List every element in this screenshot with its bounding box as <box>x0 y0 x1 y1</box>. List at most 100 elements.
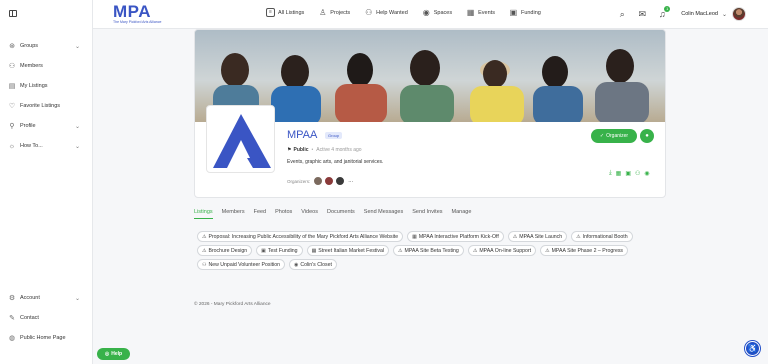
listing-chip[interactable]: ▦ Street Italian Market Festival <box>306 245 390 256</box>
check-icon: ✓ <box>599 133 605 139</box>
warning-icon: ⚠ <box>398 247 403 254</box>
help-icon: ◎ <box>104 351 110 357</box>
heart-icon: ♡ <box>8 103 16 110</box>
tab-documents[interactable]: Documents <box>327 209 355 219</box>
sidebar-item-account[interactable]: ⚙ Account ⌄ <box>8 292 88 304</box>
bell-icon: ● <box>645 133 649 139</box>
sidebar-item-favorite-listings[interactable]: ♡ Favorite Listings <box>8 100 88 112</box>
sidebar-item-label: Members <box>20 63 43 69</box>
group-logo-icon <box>213 114 271 168</box>
organizer-button-label: Organizer <box>606 133 629 139</box>
tab-members[interactable]: Members <box>222 209 245 219</box>
organizers-more[interactable]: ... <box>348 178 353 184</box>
nav-events[interactable]: ▦ Events <box>466 8 495 17</box>
help-button[interactable]: ◎ Help <box>97 348 130 360</box>
tab-listings[interactable]: Listings <box>194 209 213 219</box>
group-active-time: Active 4 months ago <box>316 147 362 153</box>
nav-help-wanted[interactable]: ⚇ Help Wanted <box>364 8 408 17</box>
gear-icon: ⚙ <box>8 295 16 302</box>
nav-spaces[interactable]: ◉ Spaces <box>422 8 452 17</box>
nav-projects[interactable]: ♙ Projects <box>318 8 350 17</box>
person-add-icon[interactable]: ⚇ <box>635 170 640 177</box>
tab-send-messages[interactable]: Send Messages <box>364 209 403 219</box>
listing-chip-label: Colin's Closet <box>300 261 332 268</box>
organizer-avatar[interactable] <box>335 176 346 186</box>
calendar-icon: ▦ <box>466 8 475 17</box>
warning-icon: ⚠ <box>202 233 207 240</box>
listing-chip[interactable]: ⚇ New Unpaid Volunteer Position <box>197 259 285 270</box>
listing-chip-label: Street Italian Market Festival <box>318 247 385 254</box>
download-icon[interactable]: ⤓ <box>609 170 612 177</box>
listing-chip[interactable]: ⚠ Informational Booth <box>571 231 633 242</box>
nav-all-listings[interactable]: ≡ All Listings <box>266 8 304 17</box>
nav-label: Projects <box>330 9 351 16</box>
calendar-icon: ▦ <box>311 247 317 254</box>
listing-chip[interactable]: ▣ Test Funding <box>256 245 303 256</box>
listing-chip-label: Proposal: Increasing Public Accessibilit… <box>208 233 399 240</box>
sidebar-item-label: Public Home Page <box>20 335 66 341</box>
site-logo[interactable]: MPA The Mary Pickford Arts Alliance <box>113 3 173 27</box>
nav-label: Events <box>478 9 495 16</box>
top-header: MPA The Mary Pickford Arts Alliance ≡ Al… <box>93 0 768 29</box>
user-name[interactable]: Colin MacLeod <box>681 11 718 17</box>
listing-chip[interactable]: ◉ Colin's Closet <box>289 259 337 270</box>
listing-chip[interactable]: ⚠ Brochure Design <box>197 245 253 256</box>
group-name: MPAA <box>287 129 318 141</box>
group-meta: ⚑ Public • Active 4 months ago <box>287 147 362 153</box>
chevron-down-icon[interactable]: ⌄ <box>722 11 727 18</box>
money-icon[interactable]: ▣ <box>625 170 631 177</box>
sidebar-item-label: My Listings <box>20 83 48 89</box>
map-pin-icon[interactable]: ◉ <box>644 170 649 177</box>
calendar-icon[interactable]: ▦ <box>616 170 622 177</box>
tab-feed[interactable]: Feed <box>254 209 267 219</box>
listing-chip[interactable]: ▦ MPAA Interactive Platform Kick-Off <box>407 231 504 242</box>
inbox-icon[interactable]: ✉ <box>637 9 647 19</box>
nav-label: All Listings <box>278 9 305 16</box>
chevron-down-icon: ⌄ <box>74 295 80 302</box>
tab-manage[interactable]: Manage <box>452 209 472 219</box>
sidebar-item-how-to[interactable]: ☼ How To... ⌄ <box>8 140 88 152</box>
person-icon: ♙ <box>319 8 327 17</box>
listing-chip[interactable]: ⚠ MPAA Site Launch <box>507 231 568 242</box>
listing-chip-label: Brochure Design <box>208 247 248 254</box>
person-add-icon: ⚇ <box>365 8 373 17</box>
organizer-avatar[interactable] <box>313 176 324 186</box>
listing-chip-label: MPAA Site Launch <box>519 233 563 240</box>
sidebar-item-profile[interactable]: ⚲ Profile ⌄ <box>8 120 88 132</box>
listing-chip-label: MPAA On-line Support <box>479 247 532 254</box>
organizer-button[interactable]: ✓ Organizer <box>591 129 637 143</box>
sidebar-item-public-home-page[interactable]: ◍ Public Home Page <box>8 332 88 344</box>
nav-funding[interactable]: ▣ Funding <box>509 8 541 17</box>
listing-chip[interactable]: ⚠ MPAA Site Beta Testing <box>393 245 464 256</box>
sidebar-item-label: How To... <box>20 143 43 149</box>
listing-chip[interactable]: ⚠ MPAA On-line Support <box>467 245 537 256</box>
tab-videos[interactable]: Videos <box>301 209 318 219</box>
sidebar-toggle-icon[interactable] <box>9 10 17 17</box>
calendar-icon: ▦ <box>412 233 417 240</box>
nav-label: Spaces <box>433 9 453 16</box>
group-description: Events, graphic arts, and janitorial ser… <box>287 159 384 165</box>
search-icon[interactable]: ⌕ <box>617 9 627 19</box>
warning-icon: ⚠ <box>202 247 207 254</box>
listings-icon: ▤ <box>8 83 16 90</box>
listing-chips: ⚠ Proposal: Increasing Public Accessibili… <box>197 231 657 270</box>
listing-chip-label: MPAA Site Phase 2 – Progress <box>551 247 624 254</box>
organizer-avatar[interactable] <box>324 176 335 186</box>
sidebar-item-members[interactable]: ⚇ Members <box>8 60 88 72</box>
sidebar-item-groups[interactable]: ⊛ Groups ⌄ <box>8 40 88 52</box>
warning-icon: ⚠ <box>512 233 518 240</box>
money-icon: ▣ <box>509 8 518 17</box>
accessibility-icon[interactable]: ♿ <box>745 341 760 356</box>
chevron-down-icon: ⌄ <box>74 123 80 130</box>
sidebar-item-my-listings[interactable]: ▤ My Listings <box>8 80 88 92</box>
tab-send-invites[interactable]: Send Invites <box>412 209 442 219</box>
subscribe-bell-button[interactable]: ● <box>640 129 654 143</box>
avatar[interactable] <box>732 7 746 21</box>
group-card: MPAA Group ⚑ Public • Active 4 months ag… <box>194 29 666 198</box>
bell-icon[interactable]: ♫ 1 <box>657 6 671 19</box>
listing-chip[interactable]: ⚠ Proposal: Increasing Public Accessibili… <box>197 231 404 242</box>
notification-badge: 1 <box>664 6 671 12</box>
sidebar-item-contact[interactable]: ✎ Contact <box>8 312 88 324</box>
tab-photos[interactable]: Photos <box>275 209 292 219</box>
listing-chip[interactable]: ⚠ MPAA Site Phase 2 – Progress <box>540 245 629 256</box>
